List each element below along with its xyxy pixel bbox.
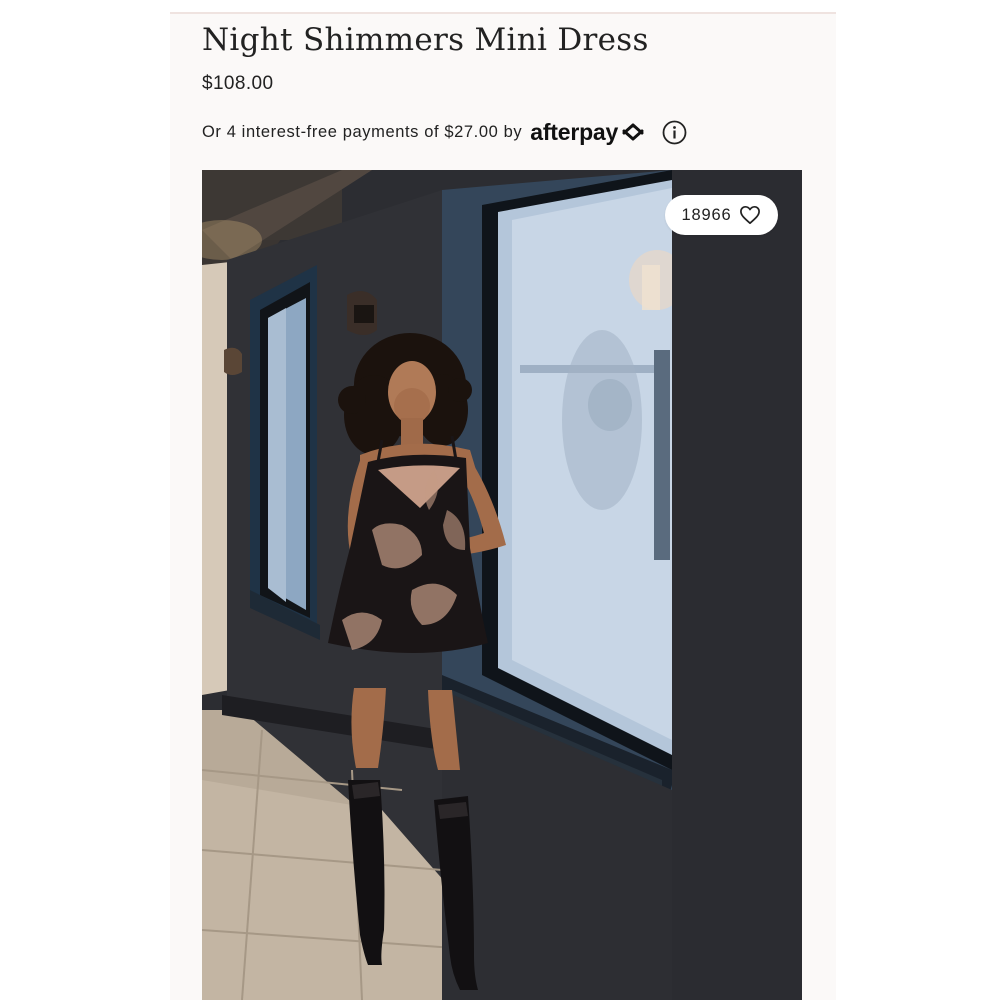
likes-count: 18966 [681, 205, 732, 224]
installments-row: Or 4 interest-free payments of $27.00 by… [202, 117, 687, 147]
info-icon[interactable] [662, 120, 687, 145]
heart-icon [740, 205, 761, 225]
product-price: $108.00 [202, 73, 274, 94]
afterpay-logo-text: afterpay [530, 118, 619, 145]
product-image[interactable] [202, 170, 802, 1000]
installments-text: Or 4 interest-free payments of $27.00 by [202, 122, 523, 141]
afterpay-logo[interactable]: afterpay [530, 119, 646, 146]
afterpay-arrows-icon [622, 123, 644, 141]
product-title: Night Shimmers Mini Dress [202, 22, 649, 58]
like-button[interactable]: 18966 [665, 195, 778, 235]
